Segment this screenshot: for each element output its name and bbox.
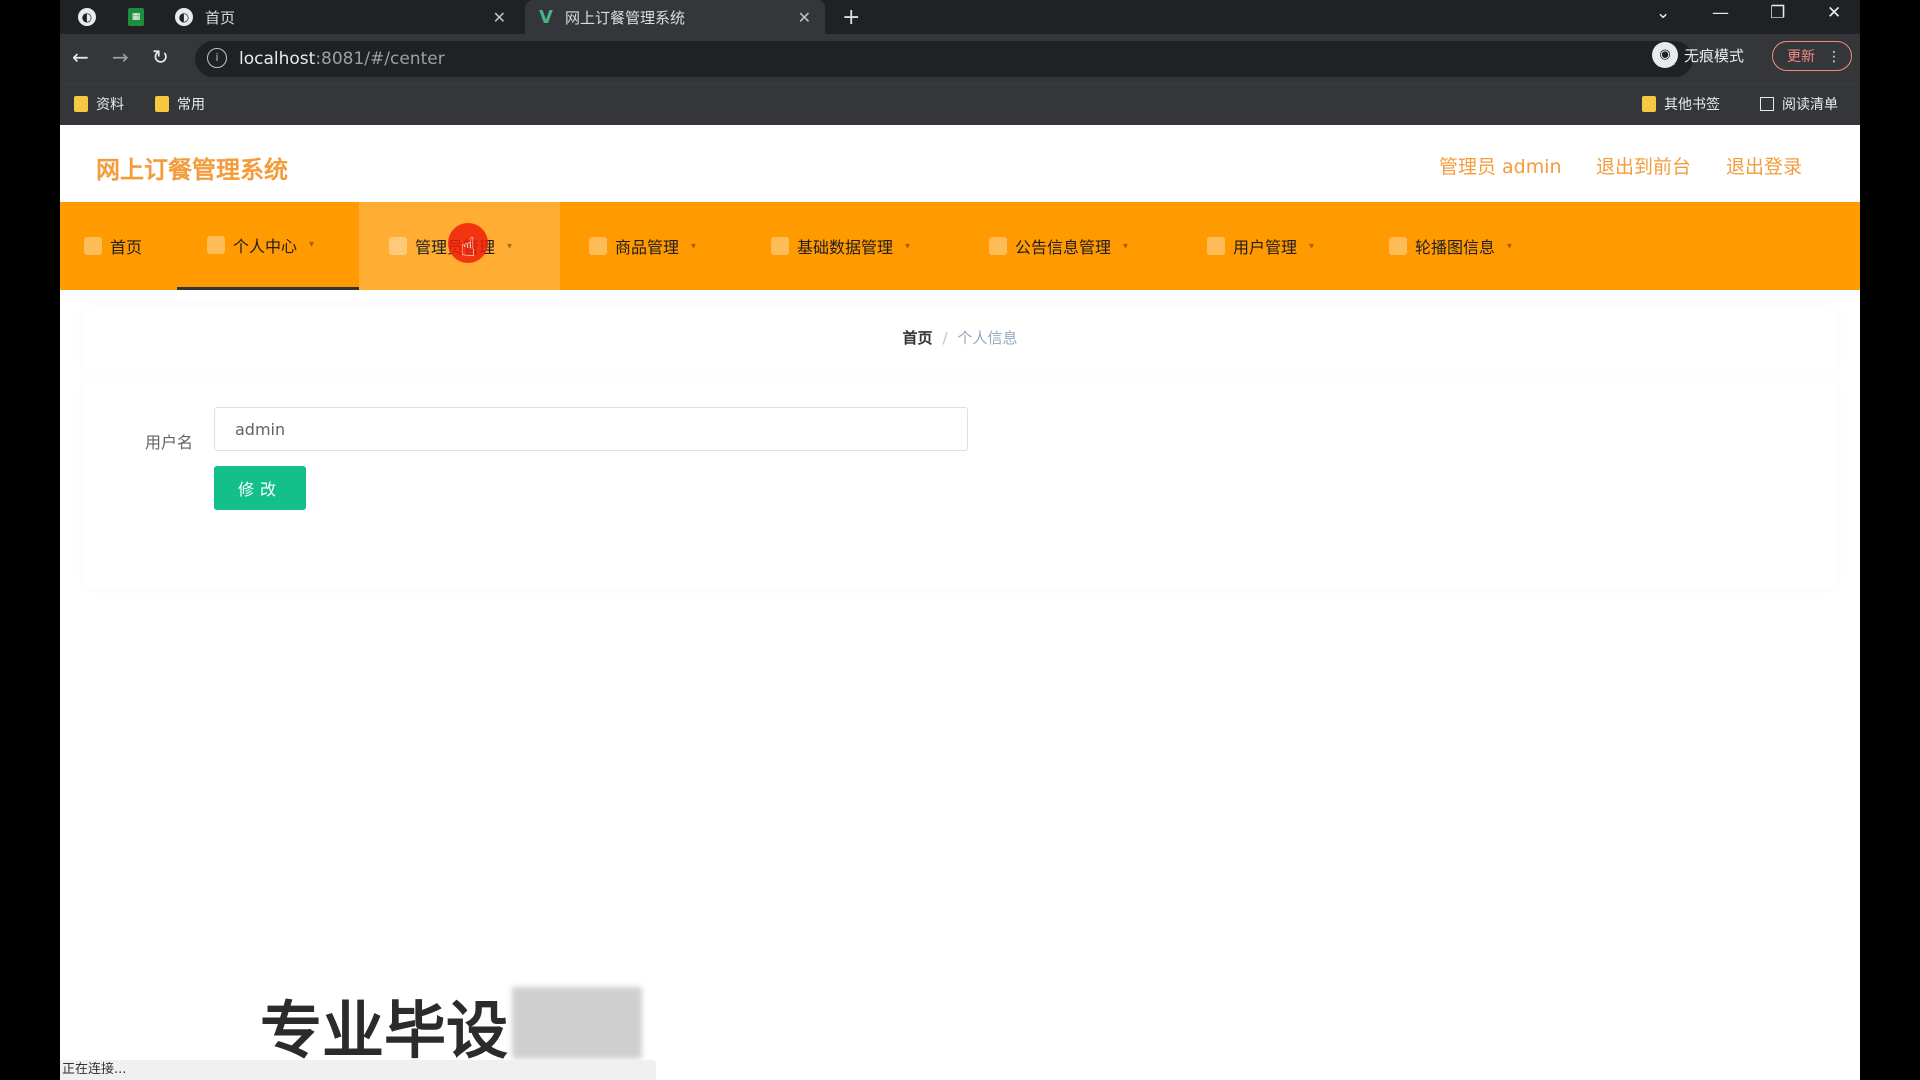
- exit-to-front-link[interactable]: 退出到前台: [1596, 152, 1691, 179]
- tab-title: 网上订餐管理系统: [564, 8, 685, 27]
- pinned-tab-globe[interactable]: ◐: [78, 0, 100, 34]
- close-icon[interactable]: ✕: [493, 8, 506, 27]
- data-icon: [771, 237, 789, 255]
- menu-item-user-management[interactable]: 用户管理 ▾: [1207, 202, 1314, 290]
- chevron-down-icon[interactable]: ⌄: [1656, 3, 1670, 23]
- bell-icon: [989, 237, 1007, 255]
- status-bar: 正在连接...: [60, 1060, 656, 1080]
- reading-list[interactable]: 阅读清单: [1760, 94, 1838, 114]
- menu-item-carousel-info[interactable]: 轮播图信息 ▾: [1389, 202, 1512, 290]
- site-title: 网上订餐管理系统: [96, 156, 288, 184]
- incognito-label: 无痕模式: [1684, 46, 1745, 65]
- reload-icon[interactable]: ↻: [152, 45, 169, 69]
- main-menu: 首页 个人中心 ▾ 管理员管理 ▾ 商品管理 ▾ 基础数据管理 ▾ 公告信息管理…: [60, 202, 1860, 290]
- bookmark-folder-common[interactable]: 常用: [155, 94, 205, 114]
- watermark-text: 专业毕设: [260, 994, 509, 1067]
- goods-icon: [589, 237, 607, 255]
- browser-chrome: ◐ ▦ ◐ 首页 ✕ V 网上订餐管理系统 ✕ + ⌄ — ❐ ✕ ← → ↻ …: [60, 0, 1860, 125]
- chevron-down-icon: ▾: [1123, 240, 1129, 252]
- menu-item-home[interactable]: 首页: [84, 202, 142, 290]
- breadcrumb-current: 个人信息: [957, 329, 1018, 347]
- chevron-down-icon: ▾: [1507, 240, 1513, 252]
- incognito-icon: ◉: [1652, 42, 1678, 68]
- minimize-icon[interactable]: —: [1712, 3, 1729, 23]
- incognito-indicator[interactable]: ◉ 无痕模式: [1652, 42, 1744, 68]
- chevron-down-icon: ▾: [691, 240, 697, 252]
- breadcrumb-card: 首页 / 个人信息: [84, 305, 1836, 369]
- breadcrumb: 首页 / 个人信息: [84, 327, 1836, 348]
- restore-icon[interactable]: ❐: [1770, 3, 1785, 23]
- window-close-icon[interactable]: ✕: [1827, 3, 1841, 23]
- username-label: 用户名: [145, 433, 194, 452]
- logout-link[interactable]: 退出登录: [1726, 152, 1802, 179]
- breadcrumb-home[interactable]: 首页: [902, 329, 932, 347]
- menu-item-basic-data-management[interactable]: 基础数据管理 ▾: [771, 202, 910, 290]
- profile-form: 用户名 修改: [84, 383, 1836, 588]
- other-bookmarks[interactable]: 其他书签: [1642, 94, 1720, 114]
- menu-item-product-management[interactable]: 商品管理 ▾: [589, 202, 696, 290]
- info-icon[interactable]: i: [207, 48, 227, 68]
- chevron-down-icon: ▾: [905, 240, 911, 252]
- folder-icon: [74, 96, 88, 112]
- tab-home[interactable]: ◐ 首页 ✕: [175, 0, 520, 34]
- web-page: 网上订餐管理系统 管理员 admin 退出到前台 退出登录 首页 个人中心 ▾ …: [60, 125, 1860, 1080]
- menu-item-personal-center[interactable]: 个人中心 ▾: [177, 202, 359, 290]
- browser-toolbar: ← → ↻ i localhost:8081/#/center ☆ ◉ 无痕模式…: [60, 34, 1860, 84]
- hand-cursor-icon: ☝: [460, 233, 476, 263]
- chevron-down-icon: ▾: [507, 240, 513, 252]
- globe-icon: ◐: [78, 8, 96, 26]
- breadcrumb-separator: /: [942, 329, 948, 347]
- vue-logo-icon: V: [539, 6, 553, 28]
- folder-icon: [1642, 96, 1656, 112]
- tab-strip: ◐ ▦ ◐ 首页 ✕ V 网上订餐管理系统 ✕ + ⌄ — ❐ ✕: [60, 0, 1860, 34]
- username-input[interactable]: [214, 407, 968, 451]
- image-icon: [1389, 237, 1407, 255]
- bookmark-folder-materials[interactable]: 资料: [74, 94, 124, 114]
- bookmarks-bar: 资料 常用 其他书签 阅读清单: [60, 84, 1860, 125]
- update-label: 更新: [1787, 49, 1815, 65]
- back-icon[interactable]: ←: [72, 45, 89, 69]
- forward-icon[interactable]: →: [112, 45, 129, 69]
- url-text: localhost:8081/#/center: [239, 49, 445, 69]
- chevron-down-icon: ▾: [1309, 240, 1315, 252]
- tab-ordering-system[interactable]: V 网上订餐管理系统 ✕: [525, 0, 825, 34]
- users-icon: [1207, 237, 1225, 255]
- plus-icon: +: [842, 4, 861, 30]
- globe-icon: ◐: [175, 8, 193, 26]
- more-vert-icon[interactable]: ⋮: [1827, 42, 1841, 72]
- user-icon: [207, 235, 225, 254]
- update-button[interactable]: 更新 ⋮: [1772, 41, 1852, 71]
- modify-button[interactable]: 修改: [214, 466, 306, 510]
- pinned-tab-sheet[interactable]: ▦: [128, 0, 150, 34]
- tab-title: 首页: [205, 8, 236, 27]
- close-icon[interactable]: ✕: [798, 8, 811, 27]
- blurred-watermark: [512, 987, 642, 1059]
- address-bar[interactable]: i localhost:8081/#/center ☆: [195, 41, 1693, 77]
- new-tab-button[interactable]: +: [842, 0, 860, 34]
- menu-item-notice-management[interactable]: 公告信息管理 ▾: [989, 202, 1128, 290]
- chevron-down-icon: ▾: [309, 239, 315, 250]
- folder-icon: [155, 96, 169, 112]
- site-header: 网上订餐管理系统 管理员 admin 退出到前台 退出登录: [60, 125, 1860, 202]
- list-icon: [389, 237, 407, 255]
- admin-user-link[interactable]: 管理员 admin: [1439, 152, 1562, 179]
- spreadsheet-icon: ▦: [128, 8, 144, 26]
- home-icon: [84, 237, 102, 255]
- reading-list-icon: [1760, 97, 1774, 111]
